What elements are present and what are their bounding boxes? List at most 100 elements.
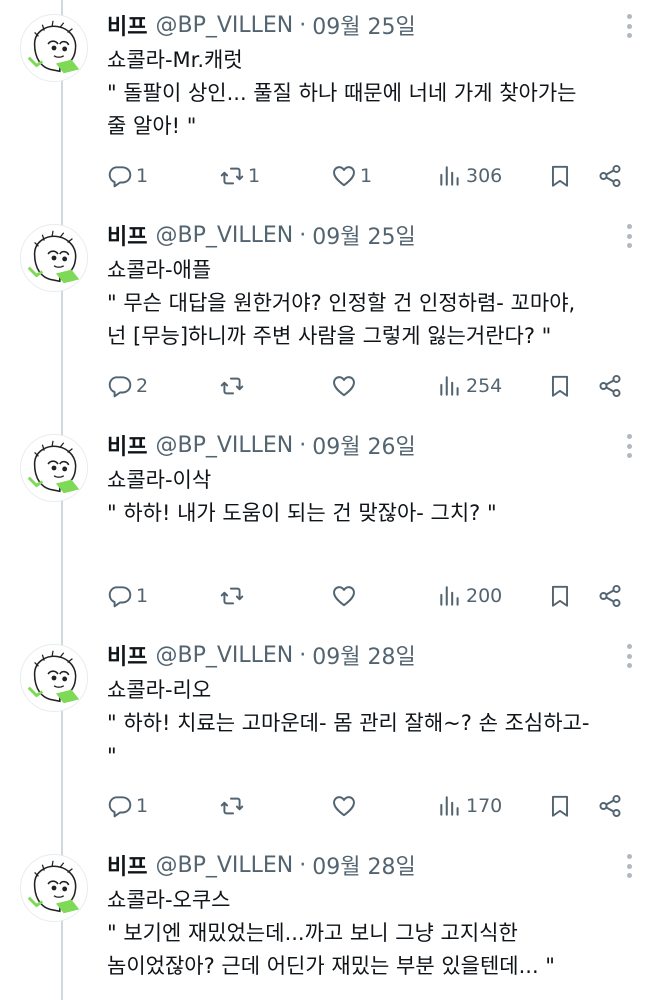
like-count: 1 xyxy=(360,165,373,187)
avatar[interactable] xyxy=(20,14,88,82)
user-handle[interactable]: @BP_VILLEN xyxy=(155,13,293,38)
share-button[interactable] xyxy=(597,792,623,820)
user-handle[interactable]: @BP_VILLEN xyxy=(155,433,293,458)
avatar[interactable] xyxy=(20,224,88,292)
bookmark-button[interactable] xyxy=(547,582,573,610)
tweet-actions: 1 170 xyxy=(107,792,633,820)
tweet-date[interactable]: 09월 25일 xyxy=(312,219,415,251)
tweet-title-line: 쇼콜라-오쿠스 xyxy=(107,888,231,912)
like-button[interactable] xyxy=(331,792,360,820)
tweet[interactable]: 비프 @BP_VILLEN · 09월 25일 쇼콜라-Mr.캐럿 " 돌팔이 상… xyxy=(0,0,655,204)
share-icon xyxy=(599,374,621,398)
tweet[interactable]: 비프 @BP_VILLEN · 09월 28일 쇼콜라-리오 " 하하! 치료는 … xyxy=(0,630,655,834)
heart-icon xyxy=(333,166,355,187)
separator-dot: · xyxy=(299,852,307,878)
views-button[interactable]: 200 xyxy=(437,582,502,610)
reply-count: 1 xyxy=(136,165,149,187)
retweet-button[interactable] xyxy=(219,372,248,400)
bookmark-icon xyxy=(551,165,569,187)
bookmark-button[interactable] xyxy=(547,162,573,190)
avatar[interactable] xyxy=(20,854,88,922)
reply-count: 1 xyxy=(136,585,149,607)
tweet-header: 비프 @BP_VILLEN · 09월 28일 xyxy=(107,848,599,882)
retweet-button[interactable] xyxy=(219,792,248,820)
tweet-title-line: 쇼콜라-Mr.캐럿 xyxy=(107,48,243,72)
tweet[interactable]: 비프 @BP_VILLEN · 09월 26일 쇼콜라-이삭 " 하하! 내가 도… xyxy=(0,420,655,624)
more-icon[interactable] xyxy=(625,854,633,878)
reply-icon xyxy=(108,796,132,818)
views-icon xyxy=(440,166,459,186)
avatar[interactable] xyxy=(20,434,88,502)
user-handle[interactable]: @BP_VILLEN xyxy=(155,643,293,668)
tweet-actions: 1 1 1 306 xyxy=(107,162,633,190)
view-count: 306 xyxy=(466,165,503,187)
like-button[interactable] xyxy=(331,372,360,400)
display-name[interactable]: 비프 xyxy=(107,219,147,251)
tweet-date[interactable]: 09월 25일 xyxy=(312,9,415,41)
tweet-text-line: 넌 [무능]하니까 주변 사람을 그렇게 잃는거란다? " xyxy=(107,324,552,348)
tweet-date[interactable]: 09월 28일 xyxy=(312,849,415,881)
more-icon[interactable] xyxy=(625,644,633,668)
avatar-image xyxy=(21,855,87,921)
reply-icon xyxy=(108,166,132,188)
tweet[interactable]: 비프 @BP_VILLEN · 09월 28일 쇼콜라-오쿠스 " 보기엔 재밌었… xyxy=(0,840,655,1000)
retweet-count: 1 xyxy=(248,165,261,187)
retweet-icon xyxy=(220,167,244,185)
view-count: 170 xyxy=(466,795,503,817)
avatar-image xyxy=(21,15,87,81)
share-button[interactable] xyxy=(597,162,623,190)
like-button[interactable] xyxy=(331,582,360,610)
reply-button[interactable]: 1 xyxy=(107,162,148,190)
share-button[interactable] xyxy=(597,372,623,400)
view-count: 200 xyxy=(466,585,503,607)
more-icon[interactable] xyxy=(625,224,633,248)
separator-dot: · xyxy=(299,432,307,458)
display-name[interactable]: 비프 xyxy=(107,9,147,41)
retweet-button[interactable] xyxy=(219,582,248,610)
share-button[interactable] xyxy=(597,582,623,610)
bookmark-icon xyxy=(551,585,569,607)
share-icon xyxy=(599,794,621,818)
tweet-text: 쇼콜라-리오 " 하하! 치료는 고마운데- 몸 관리 잘해~? 손 조심하고- " xyxy=(107,674,633,773)
avatar[interactable] xyxy=(20,644,88,712)
avatar-image xyxy=(21,645,87,711)
reply-count: 1 xyxy=(136,795,149,817)
reply-button[interactable]: 1 xyxy=(107,582,148,610)
bookmark-icon xyxy=(551,375,569,397)
tweet-actions: 1 200 xyxy=(107,582,633,610)
views-button[interactable]: 170 xyxy=(437,792,502,820)
heart-icon xyxy=(333,376,355,397)
display-name[interactable]: 비프 xyxy=(107,639,147,671)
user-handle[interactable]: @BP_VILLEN xyxy=(155,853,293,878)
tweet-text-line: 줄 알아! " xyxy=(107,114,197,138)
tweet-feed: 비프 @BP_VILLEN · 09월 25일 쇼콜라-Mr.캐럿 " 돌팔이 상… xyxy=(0,0,655,1000)
bookmark-button[interactable] xyxy=(547,372,573,400)
separator-dot: · xyxy=(299,222,307,248)
views-icon xyxy=(440,796,459,816)
tweet-text: 쇼콜라-애플 " 무슨 대답을 원한거야? 인정할 건 인정하렴- 꼬마야, 넌 [… xyxy=(107,254,633,353)
tweet-date[interactable]: 09월 26일 xyxy=(312,429,415,461)
display-name[interactable]: 비프 xyxy=(107,849,147,881)
bookmark-button[interactable] xyxy=(547,792,573,820)
more-icon[interactable] xyxy=(625,14,633,38)
tweet-text-line: " 무슨 대답을 원한거야? 인정할 건 인정하렴- 꼬마야, xyxy=(107,291,576,315)
tweet-date[interactable]: 09월 28일 xyxy=(312,639,415,671)
separator-dot: · xyxy=(299,642,307,668)
tweet-header: 비프 @BP_VILLEN · 09월 25일 xyxy=(107,8,599,42)
reply-count: 2 xyxy=(136,375,149,397)
heart-icon xyxy=(333,796,355,817)
user-handle[interactable]: @BP_VILLEN xyxy=(155,223,293,248)
views-button[interactable]: 254 xyxy=(437,372,502,400)
tweet[interactable]: 비프 @BP_VILLEN · 09월 25일 쇼콜라-애플 " 무슨 대답을 원… xyxy=(0,210,655,414)
views-icon xyxy=(440,376,459,396)
retweet-button[interactable]: 1 xyxy=(219,162,260,190)
more-icon[interactable] xyxy=(625,434,633,458)
tweet-text-line: " 보기엔 재밌었는데...까고 보니 그냥 고지식한 xyxy=(107,921,518,945)
bookmark-icon xyxy=(551,795,569,817)
like-button[interactable]: 1 xyxy=(331,162,372,190)
display-name[interactable]: 비프 xyxy=(107,429,147,461)
reply-button[interactable]: 2 xyxy=(107,372,148,400)
reply-button[interactable]: 1 xyxy=(107,792,148,820)
tweet-text: 쇼콜라-이삭 " 하하! 내가 도움이 되는 건 맞잖아- 그치? " xyxy=(107,464,633,530)
views-button[interactable]: 306 xyxy=(437,162,502,190)
